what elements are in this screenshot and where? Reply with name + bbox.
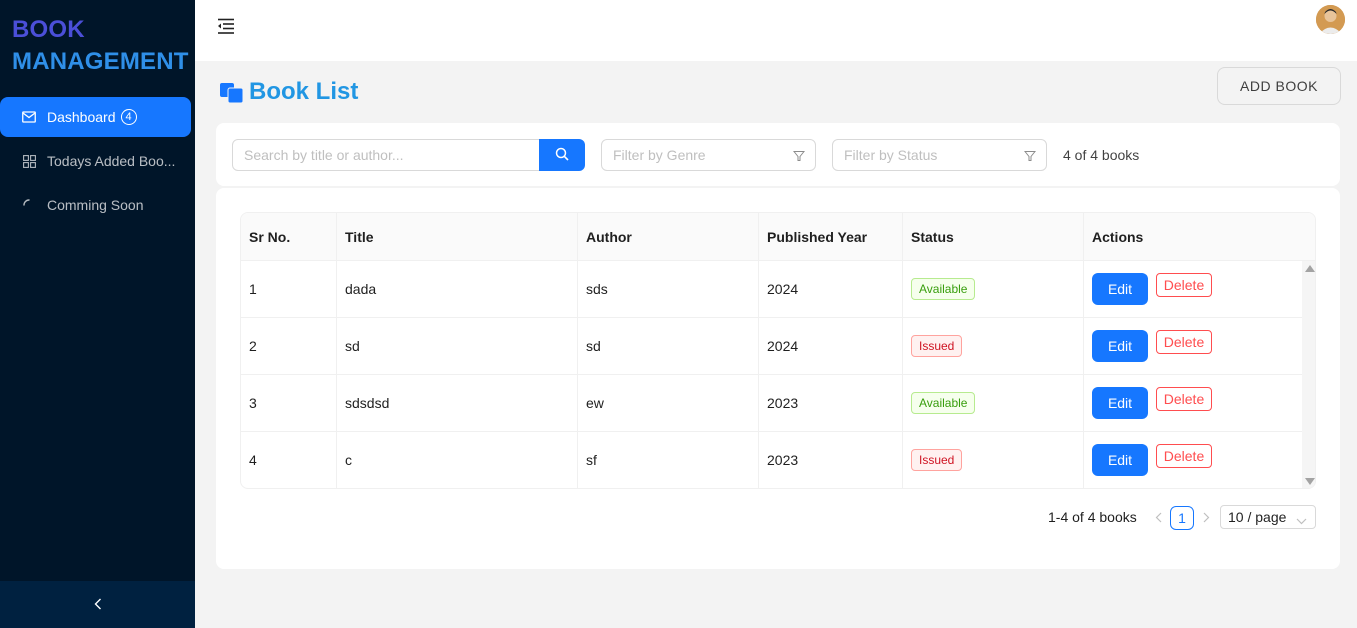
status-filter-placeholder: Filter by Status xyxy=(844,147,938,163)
pagination-page-1[interactable]: 1 xyxy=(1170,506,1194,530)
chevron-left-icon xyxy=(94,597,102,613)
column-header-status[interactable]: Status xyxy=(903,213,1084,261)
status-badge: Available xyxy=(911,392,976,414)
edit-button[interactable]: Edit xyxy=(1092,273,1148,305)
loading-icon xyxy=(22,198,36,212)
copy-icon xyxy=(219,79,244,106)
column-header-published-year[interactable]: Published Year xyxy=(759,213,903,261)
table-header: Sr No. Title Author Published Year Statu… xyxy=(241,213,1315,261)
sidebar-item-todays-added-books[interactable]: Todays Added Boo... xyxy=(0,141,191,181)
delete-button[interactable]: Delete xyxy=(1156,330,1212,354)
edit-button[interactable]: Edit xyxy=(1092,330,1148,362)
cell-status: Available xyxy=(903,261,1084,317)
sidebar-item-label: Comming Soon xyxy=(47,197,144,213)
menu-fold-icon[interactable] xyxy=(217,18,237,36)
appstore-icon xyxy=(22,154,36,168)
cell-author: ew xyxy=(578,375,759,431)
filter-icon xyxy=(1023,149,1037,165)
sidebar-collapse-button[interactable] xyxy=(0,581,195,628)
cell-year: 2024 xyxy=(759,261,903,317)
scroll-up-arrow-icon[interactable] xyxy=(1305,265,1315,272)
cell-actions: Edit Delete xyxy=(1084,375,1302,431)
cell-sr-no: 4 xyxy=(241,432,337,488)
cell-actions: Edit Delete xyxy=(1084,318,1302,374)
sidebar-item-label: Todays Added Boo... xyxy=(47,153,176,169)
cell-year: 2023 xyxy=(759,375,903,431)
cell-sr-no: 2 xyxy=(241,318,337,374)
page-title: Book List xyxy=(219,78,358,106)
pagination-total: 1-4 of 4 books xyxy=(1048,509,1137,525)
table-row: 4 c sf 2023 Issued Edit Delete xyxy=(241,432,1302,488)
add-book-button[interactable]: ADD BOOK xyxy=(1217,67,1341,105)
chevron-down-icon xyxy=(1296,512,1307,528)
chevron-right-icon xyxy=(1203,510,1210,526)
delete-button[interactable]: Delete xyxy=(1156,273,1212,297)
cell-actions: Edit Delete xyxy=(1084,261,1302,317)
cell-status: Available xyxy=(903,375,1084,431)
user-avatar[interactable] xyxy=(1316,5,1345,34)
page-size-value: 10 / page xyxy=(1228,509,1287,525)
filter-bar: Search by title or author... Filter by G… xyxy=(216,123,1340,186)
delete-button[interactable]: Delete xyxy=(1156,444,1212,468)
cell-actions: Edit Delete xyxy=(1084,432,1302,488)
book-count-text: 4 of 4 books xyxy=(1063,147,1140,163)
cell-author: sds xyxy=(578,261,759,317)
delete-button[interactable]: Delete xyxy=(1156,387,1212,411)
logo-line-2: MANAGEMENT xyxy=(12,48,189,75)
mail-icon xyxy=(22,110,36,124)
cell-year: 2023 xyxy=(759,432,903,488)
genre-filter-placeholder: Filter by Genre xyxy=(613,147,706,163)
edit-button[interactable]: Edit xyxy=(1092,387,1148,419)
dashboard-count-badge: 4 xyxy=(120,109,137,125)
cell-status: Issued xyxy=(903,318,1084,374)
cell-sr-no: 3 xyxy=(241,375,337,431)
search-icon xyxy=(555,147,569,164)
cell-title: c xyxy=(337,432,578,488)
cell-title: sd xyxy=(337,318,578,374)
search-button[interactable] xyxy=(539,139,585,171)
scroll-down-arrow-icon[interactable] xyxy=(1305,478,1315,485)
cell-author: sf xyxy=(578,432,759,488)
status-badge: Available xyxy=(911,278,976,300)
column-header-sr-no[interactable]: Sr No. xyxy=(241,213,337,261)
page-size-select[interactable]: 10 / page xyxy=(1220,505,1316,529)
filter-icon xyxy=(792,149,806,165)
cell-title: sdsdsd xyxy=(337,375,578,431)
sidebar-item-coming-soon[interactable]: Comming Soon xyxy=(0,185,191,225)
app-logo: BOOK MANAGEMENT xyxy=(12,14,189,78)
column-header-actions: Actions xyxy=(1092,229,1144,245)
cell-author: sd xyxy=(578,318,759,374)
table-row: 1 dada sds 2024 Available Edit Delete xyxy=(241,261,1302,318)
sidebar-item-label: Dashboard xyxy=(47,109,116,125)
sidebar-item-dashboard[interactable]: Dashboard 4 xyxy=(0,97,191,137)
cell-status: Issued xyxy=(903,432,1084,488)
status-badge: Issued xyxy=(911,449,963,471)
column-header-author[interactable]: Author xyxy=(578,213,759,261)
status-badge: Issued xyxy=(911,335,963,357)
column-header-title[interactable]: Title xyxy=(337,213,578,261)
pagination-next-button[interactable] xyxy=(1200,508,1212,528)
cell-sr-no: 1 xyxy=(241,261,337,317)
cell-year: 2024 xyxy=(759,318,903,374)
status-filter-select[interactable]: Filter by Status xyxy=(832,139,1047,171)
pagination-prev-button[interactable] xyxy=(1152,508,1164,528)
chevron-left-icon xyxy=(1155,510,1162,526)
genre-filter-select[interactable]: Filter by Genre xyxy=(601,139,816,171)
search-input[interactable]: Search by title or author... xyxy=(232,139,540,171)
sidebar: BOOK MANAGEMENT Dashboard 4 Todays Added… xyxy=(0,0,195,628)
edit-button[interactable]: Edit xyxy=(1092,444,1148,476)
page-title-text: Book List xyxy=(249,78,359,105)
top-header xyxy=(195,0,1357,61)
table-row: 3 sdsdsd ew 2023 Available Edit Delete xyxy=(241,375,1302,432)
table-scrollbar[interactable] xyxy=(1302,261,1315,488)
book-table: Sr No. Title Author Published Year Statu… xyxy=(240,212,1316,489)
logo-line-1: BOOK xyxy=(12,16,85,43)
book-table-card: Sr No. Title Author Published Year Statu… xyxy=(216,188,1340,569)
table-row: 2 sd sd 2024 Issued Edit Delete xyxy=(241,318,1302,375)
cell-title: dada xyxy=(337,261,578,317)
